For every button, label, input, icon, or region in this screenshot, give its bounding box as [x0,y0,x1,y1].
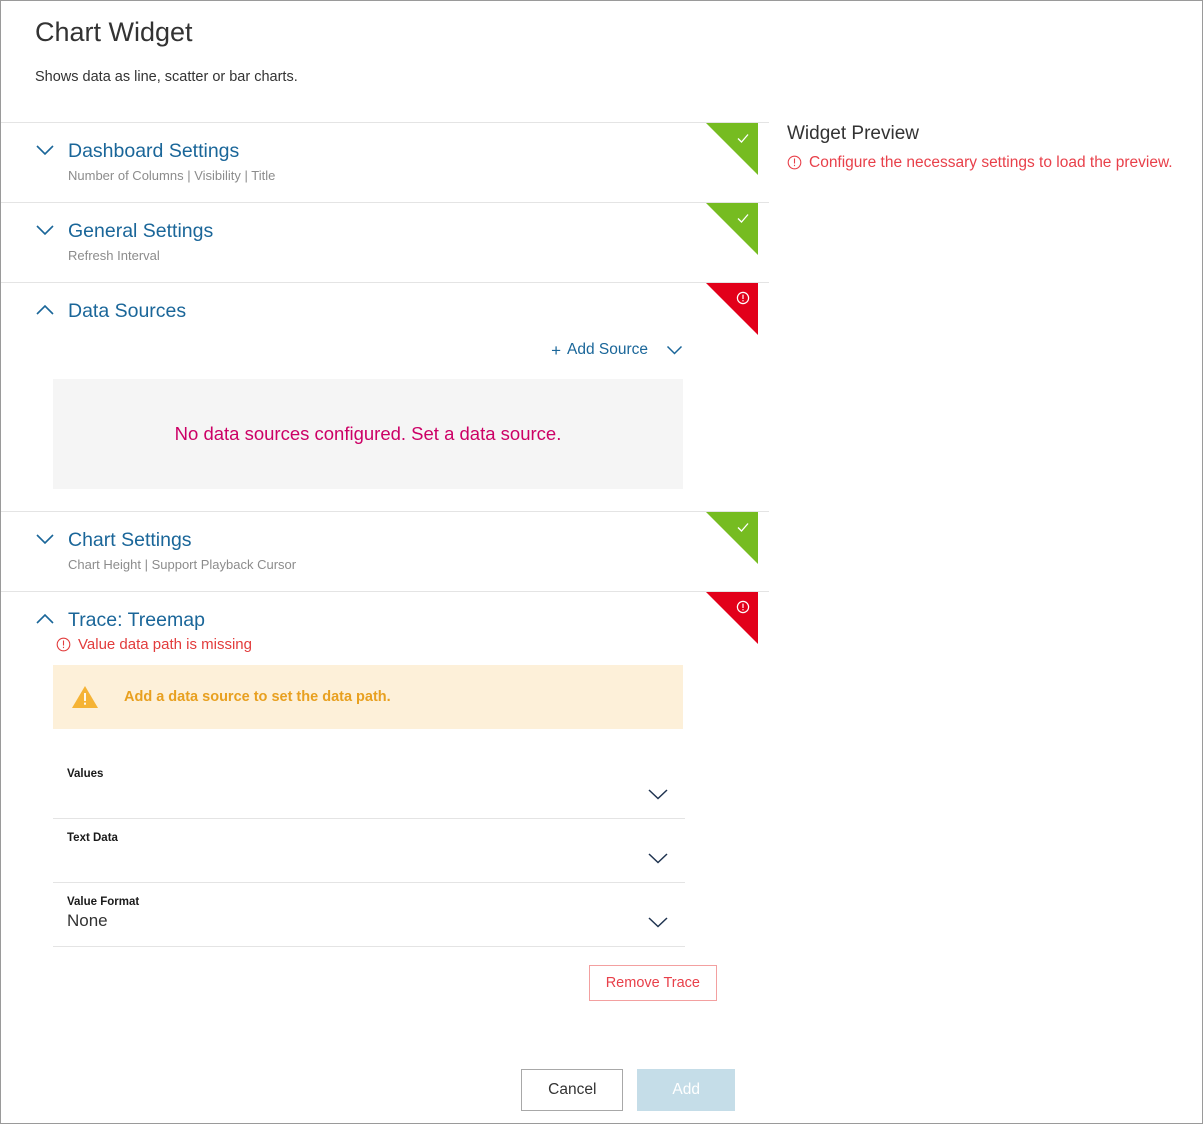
trace-warning-banner: Add a data source to set the data path. [53,665,683,729]
section-title: Trace: Treemap [68,608,205,632]
chevron-down-icon[interactable] [647,788,669,806]
widget-preview-message: Configure the necessary settings to load… [787,152,1202,174]
field-label: Value Format [67,895,685,909]
empty-state-message: No data sources configured. Set a data s… [175,423,562,445]
dialog-footer: Cancel Add [1,1069,769,1111]
field-value-format[interactable]: Value Format None [53,883,685,947]
add-source-button[interactable]: + Add Source [551,341,648,359]
trace-body: Value data path is missing Add a data so… [35,636,769,1011]
section-subtitle: Number of Columns | Visibility | Title [68,167,275,184]
widget-preview-panel: Widget Preview Configure the necessary s… [769,122,1202,174]
error-circle-icon [56,637,71,652]
section-subtitle: Refresh Interval [68,247,213,264]
trace-fields: Values Text Data [53,755,685,947]
section-title: General Settings [68,219,213,243]
chevron-down-icon[interactable] [647,916,669,934]
trace-warning-text: Add a data source to set the data path. [124,689,391,705]
field-label: Text Data [67,831,685,845]
section-data-sources: Data Sources [1,282,769,511]
warning-triangle-icon [71,684,99,710]
add-source-row: + Add Source [35,323,769,359]
section-title: Dashboard Settings [68,139,275,163]
remove-trace-row: Remove Trace [35,965,717,1001]
add-source-dropdown-toggle[interactable] [666,345,683,356]
data-sources-empty-state: No data sources configured. Set a data s… [53,379,683,489]
section-trace-treemap: Trace: Treemap [1,591,769,1011]
chevron-down-icon [35,533,57,546]
chevron-down-icon [35,144,57,157]
section-dashboard-settings[interactable]: Dashboard Settings Number of Columns | V… [1,122,769,202]
trace-error-message: Value data path is missing [56,636,769,653]
add-source-label: Add Source [567,341,648,359]
widget-preview-message-text: Configure the necessary settings to load… [809,152,1173,174]
chevron-down-icon [35,224,57,237]
page-header: Chart Widget Shows data as line, scatter… [1,1,1202,86]
plus-icon: + [551,342,561,359]
cancel-button[interactable]: Cancel [521,1069,623,1111]
section-general-settings[interactable]: General Settings Refresh Interval [1,202,769,282]
chevron-up-icon [35,304,57,317]
section-title: Data Sources [68,299,186,323]
chevron-down-icon[interactable] [647,852,669,870]
page-title: Chart Widget [35,15,1202,49]
section-header-trace-treemap[interactable]: Trace: Treemap [35,592,769,632]
add-button[interactable]: Add [637,1069,735,1111]
error-circle-icon [787,155,802,170]
section-header-chart-settings[interactable]: Chart Settings Chart Height | Support Pl… [35,512,769,573]
widget-preview-title: Widget Preview [787,122,1202,146]
section-header-dashboard-settings[interactable]: Dashboard Settings Number of Columns | V… [35,123,769,184]
settings-column: Dashboard Settings Number of Columns | V… [1,122,769,1111]
section-header-data-sources[interactable]: Data Sources [35,283,769,323]
section-title: Chart Settings [68,528,296,552]
chevron-up-icon [35,613,57,626]
field-label: Values [67,767,685,781]
section-header-general-settings[interactable]: General Settings Refresh Interval [35,203,769,264]
section-subtitle: Chart Height | Support Playback Cursor [68,556,296,573]
field-text-data[interactable]: Text Data [53,819,685,883]
remove-trace-button[interactable]: Remove Trace [589,965,717,1001]
chart-widget-dialog: Chart Widget Shows data as line, scatter… [0,0,1203,1124]
data-sources-body: + Add Source No data sources configured.… [35,323,769,511]
field-value: None [67,910,685,932]
trace-error-text: Value data path is missing [78,636,252,653]
field-values[interactable]: Values [53,755,685,819]
section-chart-settings[interactable]: Chart Settings Chart Height | Support Pl… [1,511,769,591]
dialog-body: Dashboard Settings Number of Columns | V… [1,122,1202,1111]
page-subtitle: Shows data as line, scatter or bar chart… [35,68,1202,86]
